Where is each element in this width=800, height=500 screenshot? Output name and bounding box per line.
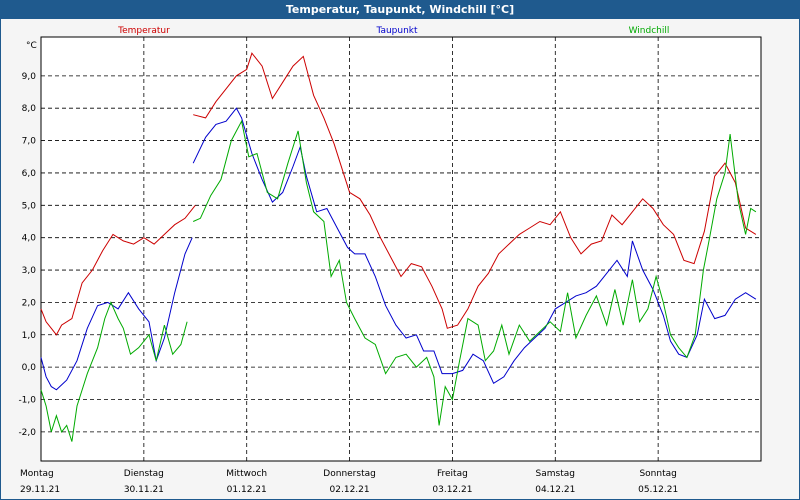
legend-windchill: Windchill (629, 26, 670, 36)
legend-temperatur: Temperatur (117, 26, 170, 36)
y-axis: -2,0 -1,0 0,0 1,0 2,0 3,0 4,0 5,0 6,0 7,0 8,0 9,0 (18, 72, 36, 438)
x-tick-day: Montag (20, 469, 54, 479)
x-tick-date: 29.11.21 (20, 485, 60, 495)
x-tick-date: 02.12.21 (330, 485, 370, 495)
y-tick-label: 5,0 (22, 201, 37, 211)
y-tick-label: 7,0 (22, 137, 37, 147)
x-tick-day: Sonntag (639, 469, 676, 479)
x-axis: Montag 29.11.21 Dienstag 30.11.21 Mittwoch 01… (20, 469, 678, 495)
y-tick-label: 2,0 (22, 298, 37, 308)
x-tick-date: 05.12.21 (638, 485, 678, 495)
x-tick-date: 30.11.21 (124, 485, 164, 495)
x-tick-date: 03.12.21 (432, 485, 472, 495)
line-chart: -2,0 -1,0 0,0 1,0 2,0 3,0 4,0 5,0 6,0 7,0 8,0 9,0 M… (18, 26, 762, 495)
x-tick-date: 04.12.21 (535, 485, 575, 495)
x-tick-day: Mittwoch (226, 469, 267, 479)
x-tick-day: Samstag (536, 469, 575, 479)
y-tick-label: 8,0 (22, 104, 37, 114)
x-tick-date: 01.12.21 (227, 485, 267, 495)
y-tick-label: 3,0 (22, 266, 37, 276)
y-tick-label: 1,0 (22, 331, 37, 341)
y-tick-label: -1,0 (18, 396, 36, 406)
y-tick-label: 6,0 (22, 169, 37, 179)
y-tick-label: 0,0 (22, 363, 37, 373)
y-tick-label: 9,0 (22, 72, 37, 82)
x-tick-day: Donnerstag (323, 469, 376, 479)
legend-taupunkt: Taupunkt (375, 26, 418, 36)
y-tick-label: 4,0 (22, 234, 37, 244)
y-tick-label: -2,0 (18, 428, 36, 438)
y-axis-label: °C (26, 41, 37, 51)
x-tick-day: Freitag (437, 469, 468, 479)
x-tick-day: Dienstag (124, 469, 164, 479)
plot-area (40, 36, 762, 462)
